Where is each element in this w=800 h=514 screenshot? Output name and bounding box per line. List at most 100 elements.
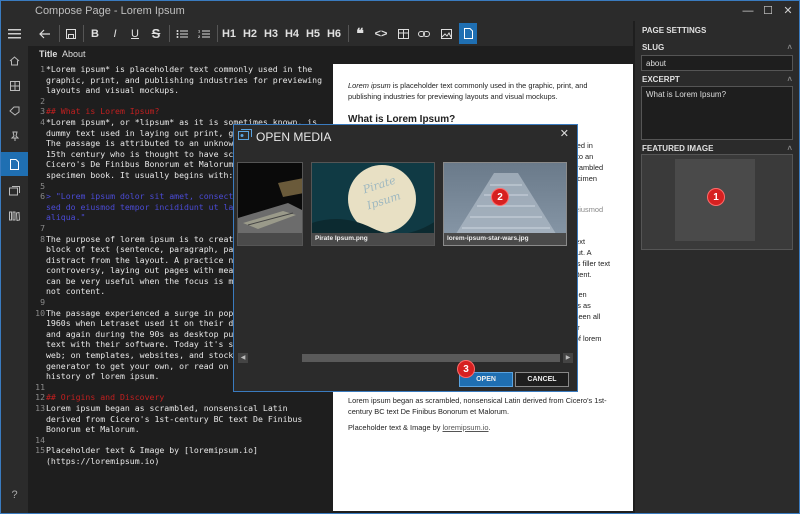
media-tile[interactable]: Pirate Ipsum Pirate Ipsum.png — [311, 162, 435, 246]
scroll-left-icon[interactable]: ◀ — [238, 353, 248, 363]
left-nav — [1, 21, 28, 513]
excerpt-label-text: EXCERPT — [642, 75, 680, 84]
line-text: *Lorem ipsum* is placeholder text common… — [46, 64, 327, 96]
preview-intro: Lorem ipsum is placeholder text commonly… — [348, 80, 618, 102]
toolbar-divider — [169, 25, 170, 42]
cancel-button[interactable]: CANCEL — [515, 372, 569, 387]
maximize-button[interactable]: ☐ — [759, 3, 777, 19]
heading-1-button[interactable]: H1 — [220, 23, 238, 44]
media-icon[interactable] — [1, 179, 28, 203]
window-title: Compose Page - Lorem Ipsum — [35, 5, 185, 17]
tag-icon[interactable] — [1, 99, 28, 123]
strikethrough-button[interactable]: S — [147, 23, 165, 44]
dialog-close-icon[interactable]: ✕ — [560, 127, 569, 140]
annotation-badge: 3 — [457, 360, 475, 378]
editor-line[interactable]: 14 — [34, 435, 331, 446]
slug-field[interactable]: about — [641, 55, 793, 71]
annotation-badge: 1 — [707, 188, 725, 206]
tab-about[interactable]: About — [62, 49, 86, 59]
preview-fragment-b: o eiusmod — [569, 205, 604, 214]
preview-origin-paragraph: Lorem ipsum began as scrambled, nonsensi… — [348, 396, 607, 416]
bold-button[interactable]: B — [87, 23, 103, 44]
help-icon[interactable]: ? — [1, 489, 28, 501]
collapse-caret-icon[interactable]: ˄ — [787, 75, 792, 84]
line-number: 12 — [35, 392, 45, 403]
line-text: ## Origins and Discovery — [46, 392, 165, 403]
pin-icon[interactable] — [1, 124, 28, 148]
line-number: 14 — [35, 434, 45, 445]
line-number: 7 — [40, 222, 45, 233]
line-number: 3 — [40, 106, 45, 117]
tab-title[interactable]: Title — [39, 49, 57, 59]
media-tile[interactable] — [237, 162, 303, 246]
heading-3-button[interactable]: H3 — [262, 23, 280, 44]
home-icon[interactable] — [1, 49, 28, 73]
line-number: 15 — [35, 445, 45, 456]
excerpt-label: EXCERPT ˄ — [642, 75, 792, 84]
code-button[interactable]: <> — [372, 23, 390, 44]
editor-line[interactable]: 12 ## Origins and Discovery — [34, 392, 331, 403]
line-number: 2 — [40, 95, 45, 106]
italic-button[interactable]: I — [107, 23, 123, 44]
line-text: Placeholder text & Image by [loremipsum.… — [46, 445, 258, 466]
dialog-title: OPEN MEDIA — [256, 129, 332, 144]
back-arrow-icon[interactable] — [36, 23, 54, 44]
scrollbar-thumb[interactable] — [302, 354, 560, 362]
link-icon[interactable] — [415, 23, 433, 44]
media-scrollbar[interactable]: ◀ ▶ — [238, 352, 575, 364]
collapse-caret-icon[interactable]: ˄ — [787, 144, 792, 153]
preview-credit: Placeholder text & Image by loremipsum.i… — [348, 422, 618, 433]
heading-5-button[interactable]: H5 — [304, 23, 322, 44]
line-number: 8 — [40, 233, 45, 244]
page-icon[interactable] — [1, 152, 28, 176]
line-number: 9 — [40, 297, 45, 308]
svg-text:2: 2 — [198, 34, 201, 39]
close-button[interactable]: ✕ — [779, 3, 797, 19]
image-icon[interactable] — [437, 23, 455, 44]
editor-line[interactable]: 15 Placeholder text & Image by [loremipsu… — [34, 445, 331, 466]
media-tile-caption: Pirate Ipsum.png — [312, 233, 434, 245]
bullet-list-icon[interactable] — [173, 23, 191, 44]
toolbar-divider — [217, 25, 218, 42]
grid-icon[interactable] — [1, 74, 28, 98]
preview-credit-link[interactable]: loremipsum.io — [443, 423, 489, 432]
media-tile-caption — [238, 233, 302, 245]
preview-credit-text: Placeholder text & Image by — [348, 423, 443, 432]
blockquote-button[interactable]: ❝ — [351, 23, 369, 44]
line-number: 1 — [40, 64, 45, 74]
media-tile-caption: lorem-ipsum-star-wars.jpg — [444, 233, 566, 245]
hamburger-menu-icon[interactable] — [1, 21, 28, 45]
save-icon[interactable] — [63, 23, 79, 44]
editor-line[interactable]: 1 *Lorem ipsum* is placeholder text commo… — [34, 64, 331, 96]
preview-fragment-a: used in in to an scrambled pecimen — [569, 141, 604, 183]
editor-line[interactable]: 3 ## What is Lorem Ipsum? — [34, 106, 331, 117]
scroll-right-icon[interactable]: ▶ — [563, 353, 573, 363]
toolbar-divider — [59, 25, 60, 42]
heading-4-button[interactable]: H4 — [283, 23, 301, 44]
line-text — [46, 435, 326, 446]
preview-credit-end: . — [488, 423, 491, 432]
line-text — [46, 96, 326, 107]
heading-2-button[interactable]: H2 — [241, 23, 259, 44]
table-icon[interactable] — [394, 23, 412, 44]
line-text: Lorem ipsum began as scrambled, nonsensi… — [46, 403, 308, 435]
line-number: 13 — [35, 403, 45, 413]
toolbar-divider — [348, 25, 349, 42]
minimize-button[interactable]: — — [739, 3, 757, 19]
numbered-list-icon[interactable]: 12 — [195, 23, 213, 44]
formatting-toolbar: B I U S 12 H1 H2 H3 H4 H5 H6 ❝ <> — [28, 21, 633, 46]
editor-line[interactable]: 2 — [34, 96, 331, 107]
preview-toggle-icon[interactable] — [459, 23, 477, 44]
page-settings-header: PAGE SETTINGS — [642, 26, 707, 35]
line-number: 11 — [35, 381, 45, 392]
collapse-caret-icon[interactable]: ˄ — [787, 43, 792, 52]
underline-button[interactable]: U — [127, 23, 143, 44]
heading-6-button[interactable]: H6 — [325, 23, 343, 44]
library-icon[interactable] — [1, 204, 28, 228]
media-folder-icon — [238, 129, 252, 144]
line-number: 6 — [40, 191, 45, 202]
excerpt-field[interactable]: What is Lorem Ipsum? — [641, 86, 793, 140]
featured-image-label-text: FEATURED IMAGE — [642, 144, 714, 153]
editor-line[interactable]: 13 Lorem ipsum began as scrambled, nonsen… — [34, 403, 331, 435]
open-media-dialog: OPEN MEDIA ✕ Pirate Ipsum Pirate Ipsum.p… — [233, 124, 578, 392]
